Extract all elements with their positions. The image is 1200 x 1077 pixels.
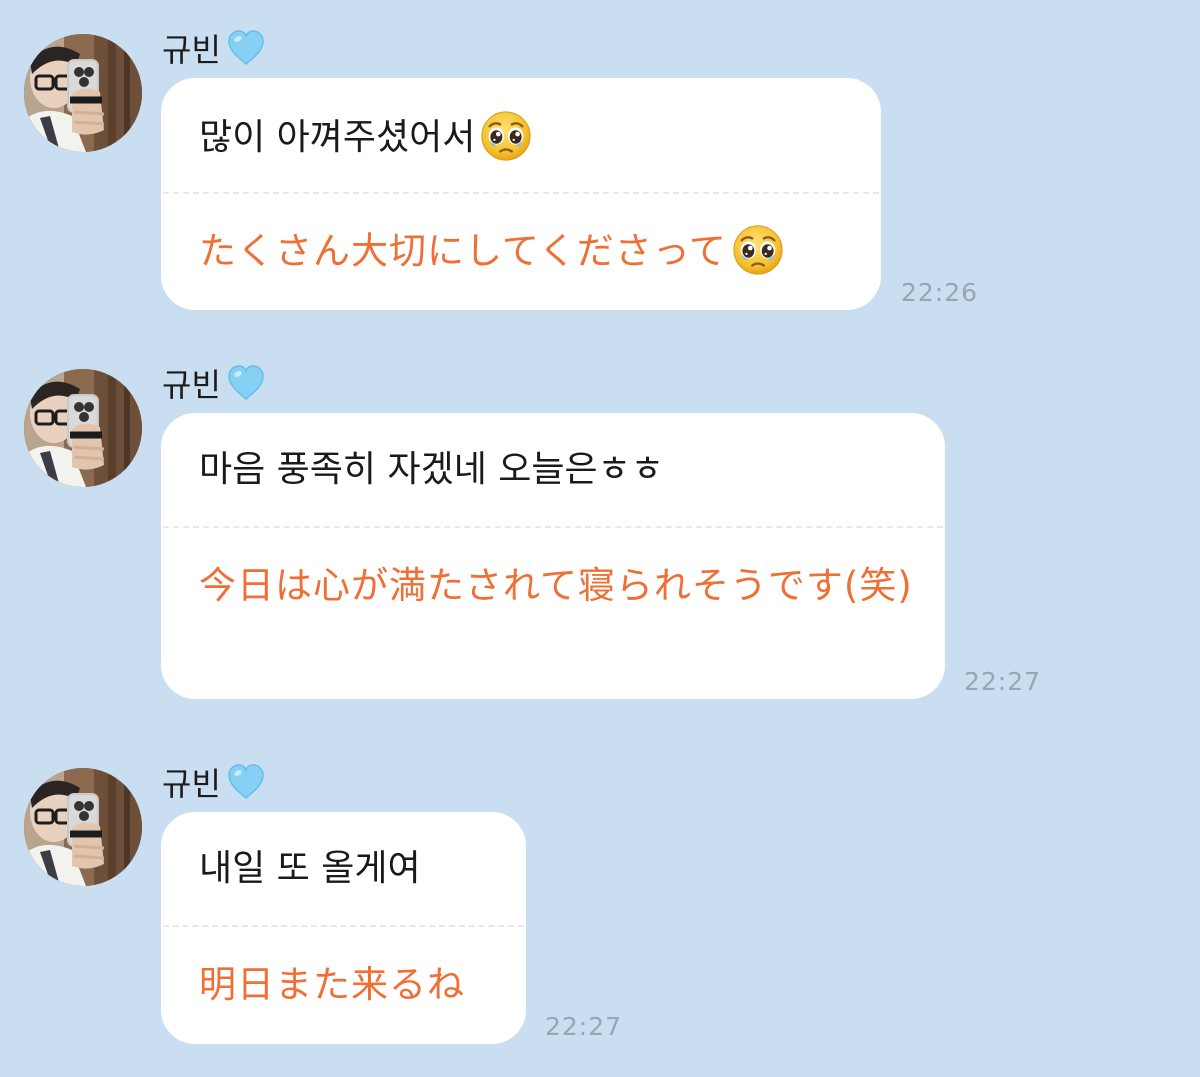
message-bubble[interactable]: 마음 풍족히 자겠네 오늘은ㅎㅎ 今日は心が満たされて寝られそうです(笑) [161, 413, 945, 699]
sender-name: 규빈 [162, 31, 221, 69]
sender-name: 규빈 [162, 765, 221, 803]
message-text-korean: 내일 또 올게여 [199, 848, 421, 889]
avatar[interactable] [24, 768, 142, 886]
message-text-japanese: 明日また来るね [199, 963, 465, 1006]
sender-header: 규빈 [162, 760, 267, 804]
message-text-korean: 마음 풍족히 자겠네 오늘은ㅎㅎ [199, 449, 664, 490]
timestamp: 22:27 [545, 1012, 623, 1041]
translation-divider [163, 526, 943, 528]
message-bubble[interactable]: 많이 아껴주셨어서 たくさん大切にしてくださって [161, 78, 881, 310]
light-blue-heart-icon [225, 27, 267, 69]
translation-divider [163, 925, 524, 927]
timestamp: 22:26 [901, 278, 979, 307]
avatar[interactable] [24, 34, 142, 152]
message-text-korean: 많이 아껴주셨어서 [199, 112, 857, 166]
pleading-face-icon [479, 109, 533, 163]
translation-divider [163, 192, 879, 194]
light-blue-heart-icon [225, 761, 267, 803]
message-bubble[interactable]: 내일 또 올게여 明日また来るね [161, 812, 526, 1044]
sender-header: 규빈 [162, 361, 267, 405]
avatar[interactable] [24, 369, 142, 487]
timestamp: 22:27 [964, 667, 1042, 696]
pleading-face-icon [731, 223, 785, 277]
message-text-japanese: 今日は心が満たされて寝られそうです(笑) [199, 564, 913, 607]
sender-header: 규빈 [162, 26, 267, 70]
light-blue-heart-icon [225, 362, 267, 404]
sender-name: 규빈 [162, 366, 221, 404]
message-text-japanese: たくさん大切にしてくださって [199, 226, 855, 280]
